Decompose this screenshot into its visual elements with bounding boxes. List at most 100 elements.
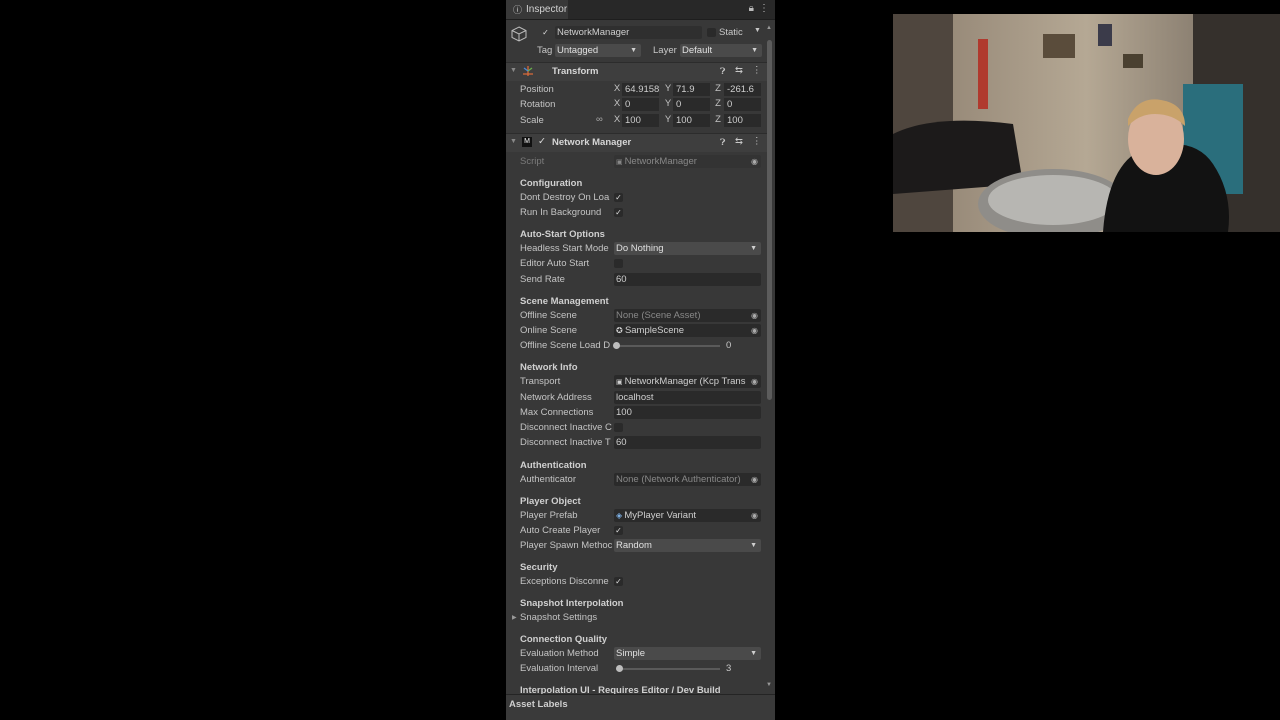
headless-dropdown[interactable]: Do Nothing ▼ — [614, 242, 761, 255]
disc-inactive-checkbox[interactable] — [614, 423, 623, 432]
static-checkbox[interactable] — [707, 28, 716, 37]
script-label: Script — [520, 156, 545, 167]
offline-delay-value[interactable]: 0 — [726, 339, 731, 353]
eval-method-dropdown[interactable]: Simple ▼ — [614, 647, 761, 660]
lock-icon[interactable]: 🔒︎ — [749, 3, 754, 14]
object-picker-icon[interactable]: ◉ — [751, 375, 758, 388]
disc-inactive-t-label: Disconnect Inactive T — [520, 437, 611, 448]
transport-field[interactable]: ▣ NetworkManager (Kcp Trans ◉ — [614, 375, 761, 388]
gameobject-active-checkbox[interactable]: ✓ — [541, 28, 550, 37]
send-rate-field[interactable]: 60 — [614, 273, 761, 286]
offline-delay-slider-track[interactable] — [616, 345, 720, 347]
axis-y-label[interactable]: Y — [663, 114, 673, 125]
component-menu-icon[interactable]: ⋮ — [752, 65, 762, 76]
gameobject-name-field[interactable]: NetworkManager — [555, 26, 702, 39]
constrain-link-icon[interactable]: ∞ — [596, 114, 603, 125]
chevron-down-icon: ▼ — [750, 245, 757, 252]
component-enabled-checkbox[interactable]: ✓ — [538, 136, 546, 147]
scene-management-header: Scene Management — [520, 296, 609, 307]
object-picker-icon[interactable]: ◉ — [751, 509, 758, 522]
presets-icon[interactable]: ⇆ — [735, 65, 743, 76]
component-menu-icon[interactable]: ⋮ — [752, 136, 762, 147]
scroll-up-icon[interactable]: ▲ — [766, 25, 772, 31]
rotation-z-field[interactable]: 0 — [724, 98, 761, 111]
script-file-icon: ▣ — [616, 159, 625, 166]
scale-z-field[interactable]: 100 — [724, 114, 761, 127]
editor-auto-checkbox[interactable] — [614, 259, 623, 268]
auto-create-checkbox[interactable]: ✓ — [614, 526, 623, 535]
axis-y-label[interactable]: Y — [663, 83, 673, 94]
disc-inactive-row: Disconnect Inactive C — [506, 421, 764, 435]
eval-interval-row: Evaluation Interval 3 — [506, 662, 764, 676]
eval-interval-slider-knob[interactable] — [616, 665, 624, 672]
axis-x-label[interactable]: X — [612, 98, 622, 109]
script-field: ▣ NetworkManager ◉ — [614, 155, 761, 168]
object-picker-icon[interactable]: ◉ — [751, 324, 758, 337]
offline-delay-slider-knob[interactable] — [613, 342, 620, 349]
eval-interval-value[interactable]: 3 — [726, 662, 731, 676]
online-scene-value: SampleScene — [624, 325, 685, 336]
snapshot-settings-label[interactable]: Snapshot Settings — [520, 611, 613, 625]
snapshot-settings-row[interactable]: ▶ Snapshot Settings — [506, 611, 764, 625]
spawn-method-value: Random — [616, 540, 652, 551]
position-y-field[interactable]: 71.9 — [673, 83, 710, 96]
script-value: NetworkManager — [624, 156, 697, 167]
online-scene-label: Online Scene — [520, 325, 578, 336]
online-scene-row: Online Scene ✪ SampleScene ◉ — [506, 324, 764, 338]
transform-header[interactable]: ▼ Transform ❓︎ ⇆ ⋮ — [506, 62, 768, 81]
max-conn-field[interactable]: 100 — [614, 406, 761, 419]
rotation-x-field[interactable]: 0 — [622, 98, 659, 111]
object-picker-icon[interactable]: ◉ — [751, 309, 758, 322]
asset-labels-footer[interactable]: Asset Labels — [506, 694, 775, 720]
scroll-down-icon[interactable]: ▼ — [766, 682, 772, 688]
dont-destroy-checkbox[interactable]: ✓ — [614, 193, 623, 202]
net-address-field[interactable]: localhost — [614, 391, 761, 404]
scale-y-field[interactable]: 100 — [673, 114, 710, 127]
object-picker-icon[interactable]: ◉ — [751, 473, 758, 486]
inspector-scrollbar[interactable]: ▲ ▼ — [766, 20, 773, 690]
spawn-method-dropdown[interactable]: Random ▼ — [614, 539, 761, 552]
presets-icon[interactable]: ⇆ — [735, 136, 743, 147]
more-options-icon[interactable]: ⋮ — [759, 3, 769, 14]
spawn-method-label: Player Spawn Methoc — [520, 540, 613, 551]
chevron-down-icon: ▼ — [630, 47, 637, 54]
position-z-field[interactable]: -261.6 — [724, 83, 761, 96]
axis-y-label[interactable]: Y — [663, 98, 673, 109]
static-dropdown-icon[interactable]: ▼ — [754, 27, 761, 34]
axis-z-label[interactable]: Z — [713, 83, 723, 94]
scale-x-field[interactable]: 100 — [622, 114, 659, 127]
tag-dropdown[interactable]: Untagged ▼ — [555, 44, 641, 57]
player-prefab-field[interactable]: ◈ MyPlayer Variant ◉ — [614, 509, 761, 522]
axis-z-label[interactable]: Z — [713, 98, 723, 109]
scene-asset-icon: ✪ — [616, 326, 625, 335]
help-icon[interactable]: ❓︎ — [720, 137, 725, 148]
layer-dropdown[interactable]: Default ▼ — [680, 44, 762, 57]
offline-delay-label: Offline Scene Load D — [520, 340, 611, 351]
rotation-y-field[interactable]: 0 — [673, 98, 710, 111]
foldout-arrow-icon[interactable]: ▼ — [510, 138, 517, 145]
run-in-bg-checkbox[interactable]: ✓ — [614, 208, 623, 217]
axis-z-label[interactable]: Z — [713, 114, 723, 125]
offline-scene-row: Offline Scene None (Scene Asset) ◉ — [506, 309, 764, 323]
network-manager-header[interactable]: ▼ M ✓ Network Manager ❓︎ ⇆ ⋮ — [506, 133, 768, 152]
axis-x-label[interactable]: X — [612, 114, 622, 125]
help-icon[interactable]: ❓︎ — [720, 66, 725, 77]
foldout-arrow-icon[interactable]: ▼ — [510, 67, 517, 74]
authenticator-value: None (Network Authenticator) — [616, 474, 741, 485]
offline-scene-field[interactable]: None (Scene Asset) ◉ — [614, 309, 761, 322]
position-x-field[interactable]: 64.9158 — [622, 83, 659, 96]
layer-value: Default — [682, 45, 713, 56]
disc-inactive-label: Disconnect Inactive C — [520, 422, 612, 433]
authenticator-field[interactable]: None (Network Authenticator) ◉ — [614, 473, 761, 486]
scrollbar-thumb[interactable] — [767, 40, 772, 400]
network-info-header: Network Info — [520, 362, 578, 373]
auto-create-row: Auto Create Player ✓ — [506, 524, 764, 538]
exceptions-checkbox[interactable]: ✓ — [614, 577, 623, 586]
network-manager-title: Network Manager — [552, 137, 632, 148]
axis-x-label[interactable]: X — [612, 83, 622, 94]
disc-inactive-t-field[interactable]: 60 — [614, 436, 761, 449]
online-scene-field[interactable]: ✪ SampleScene ◉ — [614, 324, 761, 337]
foldout-arrow-icon[interactable]: ▶ — [512, 611, 517, 625]
inspector-tab[interactable]: ⓘ Inspector — [506, 0, 568, 19]
eval-interval-slider-track[interactable] — [616, 668, 720, 670]
